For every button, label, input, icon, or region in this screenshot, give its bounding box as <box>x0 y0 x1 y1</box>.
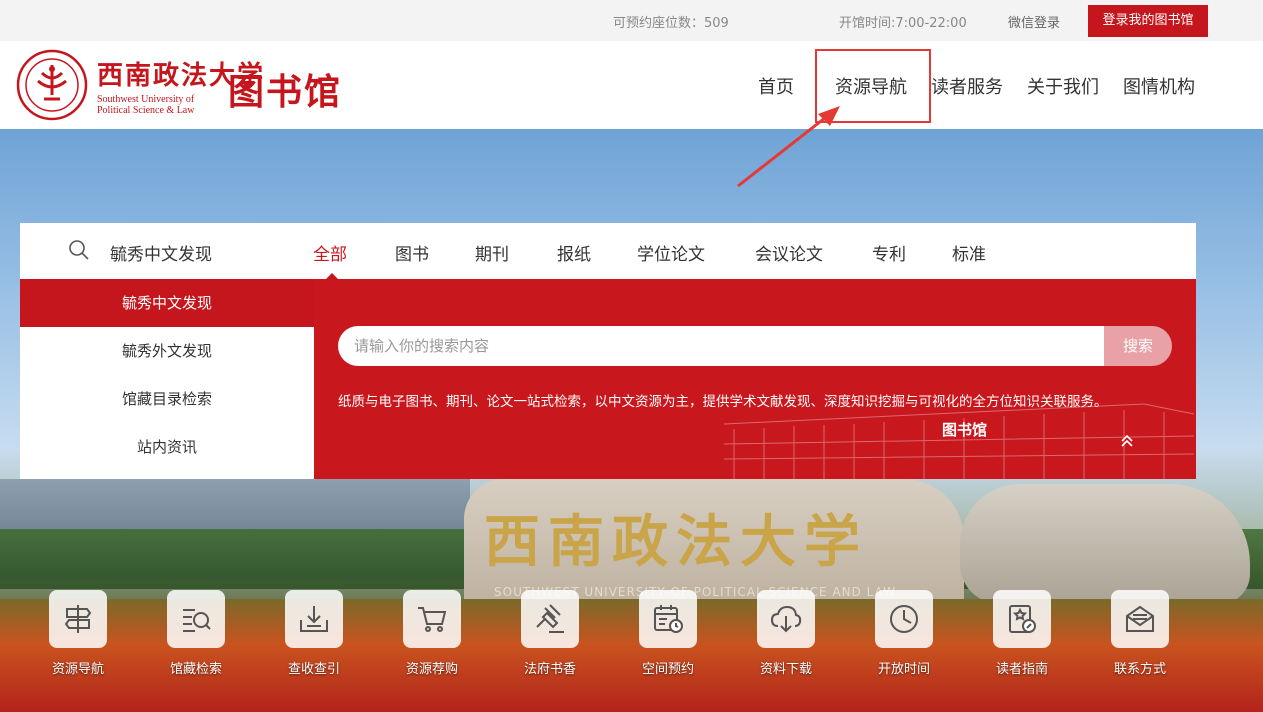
quick-link-label: 空间预约 <box>641 662 694 677</box>
clock-icon <box>875 590 933 648</box>
quick-link-resource-navigation[interactable]: 资源导航 <box>48 590 108 677</box>
quick-link-label: 资源荐购 <box>405 662 458 677</box>
current-search-engine: 毓秀中文发现 <box>110 245 212 265</box>
engine-foreign-discovery[interactable]: 毓秀外文发现 <box>20 327 314 375</box>
search-engine-list: 毓秀中文发现 毓秀外文发现 馆藏目录检索 站内资讯 <box>20 279 314 479</box>
quick-link-opening-hours[interactable]: 开放时间 <box>874 590 934 677</box>
quick-link-label: 查收查引 <box>287 662 340 677</box>
tab-standards[interactable]: 标准 <box>952 240 986 265</box>
quick-link-reader-guide[interactable]: 读者指南 <box>992 590 1052 677</box>
quick-link-label: 开放时间 <box>877 662 930 677</box>
tab-newspapers[interactable]: 报纸 <box>557 240 591 265</box>
search-input[interactable] <box>338 326 1104 366</box>
university-name-en-line2: Political Science & Law <box>97 105 195 116</box>
cloud-download-icon <box>757 590 815 648</box>
university-emblem-icon <box>16 49 88 121</box>
tab-theses[interactable]: 学位论文 <box>637 240 705 265</box>
quick-link-contact[interactable]: 联系方式 <box>1110 590 1170 677</box>
wechat-login-link[interactable]: 微信登录 <box>1008 12 1060 31</box>
library-sketch-title: 图书馆 <box>942 421 988 439</box>
my-library-login-button[interactable]: 登录我的图书馆 <box>1088 5 1208 37</box>
tab-books[interactable]: 图书 <box>395 240 429 265</box>
annotation-arrow-icon <box>737 106 840 188</box>
quick-link-downloads[interactable]: 资料下载 <box>756 590 816 677</box>
envelope-icon <box>1111 590 1169 648</box>
stone-rock-image <box>960 484 1250 604</box>
tab-patents[interactable]: 专利 <box>872 240 906 265</box>
site-header: 西南政法大学 Southwest University of Political… <box>0 41 1263 129</box>
search-box-area: 图书馆 搜索 纸质与电子图书、期刊、论文一站式检索，以中文资源为主，提供学术文献… <box>314 279 1196 479</box>
engine-catalog-search[interactable]: 馆藏目录检索 <box>20 375 314 423</box>
nav-about-us[interactable]: 关于我们 <box>1027 73 1099 99</box>
search-button[interactable]: 搜索 <box>1104 326 1172 366</box>
nav-home[interactable]: 首页 <box>758 73 794 99</box>
quick-link-label: 法府书香 <box>523 662 576 677</box>
tab-all[interactable]: 全部 <box>313 240 347 265</box>
nav-info-institutions[interactable]: 图情机构 <box>1123 73 1195 99</box>
engine-chinese-discovery[interactable]: 毓秀中文发现 <box>20 279 314 327</box>
university-name-en-line1: Southwest University of <box>97 94 195 105</box>
collapse-chevron-icon[interactable] <box>1118 432 1136 450</box>
quick-link-label: 资料下载 <box>759 662 812 677</box>
quick-link-law-books[interactable]: 法府书香 <box>520 590 580 677</box>
library-logo-text: 图书馆 <box>228 71 343 113</box>
quick-link-space-reservation[interactable]: 空间预约 <box>638 590 698 677</box>
shopping-cart-icon <box>403 590 461 648</box>
calendar-clock-icon <box>639 590 697 648</box>
engine-site-news[interactable]: 站内资讯 <box>20 423 314 471</box>
quick-link-catalog-search[interactable]: 馆藏检索 <box>166 590 226 677</box>
search-icon <box>69 240 89 260</box>
catalog-search-icon <box>167 590 225 648</box>
tab-journals[interactable]: 期刊 <box>475 240 509 265</box>
quick-link-label: 馆藏检索 <box>169 662 222 677</box>
search-description: 纸质与电子图书、期刊、论文一站式检索，以中文资源为主，提供学术文献发现、深度知识… <box>338 394 1108 410</box>
opening-hours: 开馆时间:7:00-22:00 <box>839 16 967 31</box>
gavel-icon <box>521 590 579 648</box>
quick-link-label: 读者指南 <box>995 662 1048 677</box>
quick-link-label: 联系方式 <box>1113 662 1166 677</box>
nav-reader-services[interactable]: 读者服务 <box>931 73 1003 99</box>
signpost-icon <box>49 590 107 648</box>
top-bar: 可预约座位数：509 开馆时间:7:00-22:00 微信登录 登录我的图书馆 <box>0 0 1263 41</box>
guide-book-icon <box>993 590 1051 648</box>
quick-link-resource-recommend[interactable]: 资源荐购 <box>402 590 462 677</box>
university-name-en: Southwest University of Political Scienc… <box>97 94 194 116</box>
stone-inscription: 西南政法大学 <box>484 509 868 575</box>
tab-conference-papers[interactable]: 会议论文 <box>755 240 823 265</box>
quick-link-citation-check[interactable]: 查收查引 <box>284 590 344 677</box>
available-seats: 可预约座位数：509 <box>613 16 729 31</box>
search-panel: 毓秀中文发现 全部 图书 期刊 报纸 学位论文 会议论文 专利 标准 毓秀中文发… <box>20 223 1196 479</box>
search-tabs-bar: 毓秀中文发现 全部 图书 期刊 报纸 学位论文 会议论文 专利 标准 <box>20 223 1196 280</box>
inbox-download-icon <box>285 590 343 648</box>
quick-link-label: 资源导航 <box>51 662 104 677</box>
